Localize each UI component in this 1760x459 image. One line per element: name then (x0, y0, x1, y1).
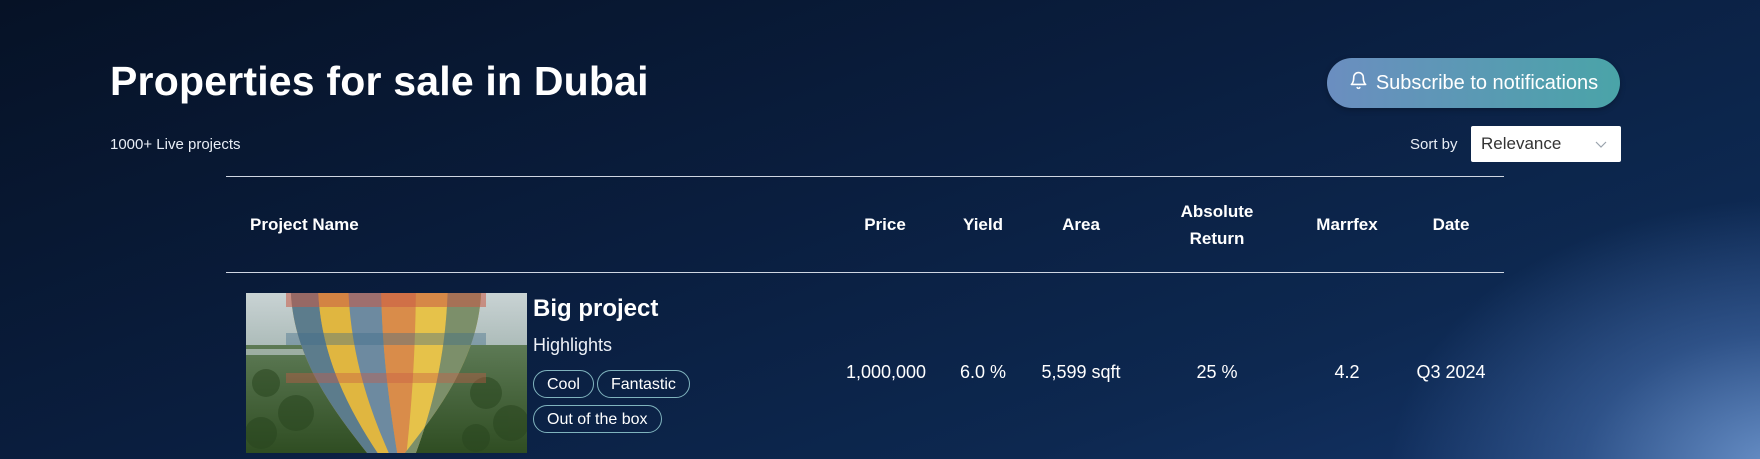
subscribe-button[interactable]: Subscribe to notifications (1327, 58, 1620, 108)
column-header-absolute-return: Absolute Return (1180, 202, 1254, 248)
column-header-project-name: Project Name (250, 215, 359, 234)
tag-chip: Fantastic (597, 370, 690, 398)
column-header-price: Price (864, 215, 906, 234)
yield-cell: 6.0 % (959, 362, 1007, 382)
column-header-date: Date (1432, 215, 1470, 234)
live-projects-count: 1000+ Live projects (110, 136, 241, 153)
table-header-divider (226, 272, 1504, 273)
marrfex-cell: 4.2 (1334, 362, 1360, 382)
tag-chip: Cool (533, 370, 594, 398)
column-header-yield: Yield (963, 215, 1003, 234)
column-header-area: Area (1062, 215, 1100, 234)
sort-selected-value: Relevance (1481, 134, 1562, 153)
bell-icon (1349, 71, 1368, 96)
table-top-divider (226, 176, 1504, 177)
subscribe-label: Subscribe to notifications (1375, 71, 1599, 94)
date-cell: Q3 2024 (1416, 362, 1486, 382)
highlights-label: Highlights (533, 335, 613, 355)
area-cell: 5,599 sqft (1041, 362, 1121, 382)
project-name[interactable]: Big project (533, 295, 658, 323)
page-title: Properties for sale in Dubai (110, 58, 649, 104)
sort-label: Sort by (1410, 136, 1458, 153)
column-header-marrfex: Marrfex (1316, 215, 1378, 234)
tag-chip: Out of the box (533, 405, 662, 433)
absolute-return-cell: 25 % (1196, 362, 1238, 382)
chevron-down-icon (1595, 136, 1607, 148)
price-cell: 1,000,000 (845, 362, 927, 382)
project-thumbnail[interactable] (246, 293, 527, 453)
sort-select[interactable]: Relevance (1471, 126, 1621, 162)
